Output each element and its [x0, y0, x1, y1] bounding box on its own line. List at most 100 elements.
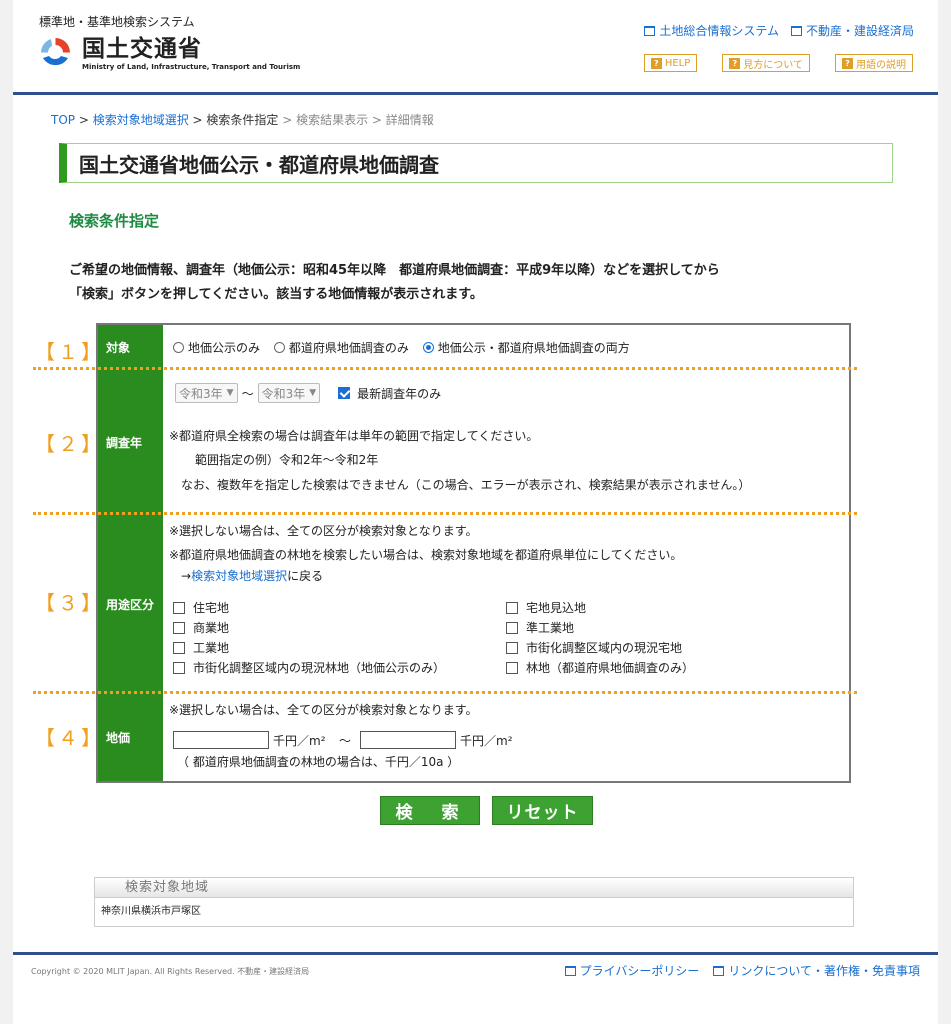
question-icon: ?	[729, 57, 741, 69]
use-label: 林地（都道府県地価調査のみ）	[526, 661, 695, 675]
section-use-label: 用途区分	[98, 515, 163, 693]
breadcrumb: TOP > 検索対象地域選択 > 検索条件指定 > 検索結果表示 > 詳細情報	[51, 111, 434, 128]
use-current-residential[interactable]: 市街化調整区域内の現況宅地	[506, 639, 682, 656]
dotted-separator	[33, 691, 857, 694]
section-use: 用途区分 ※選択しない場合は、全ての区分が検索対象となります。 ※都道府県地価調…	[98, 515, 849, 693]
use-back: →検索対象地域選択に戻る	[181, 567, 323, 584]
search-form: 対象 地価公示のみ 都道府県地価調査のみ 地価公示・都道府県地価調査の両方 調査…	[96, 323, 851, 783]
use-residential[interactable]: 住宅地	[173, 599, 229, 616]
radio-circle	[273, 342, 285, 353]
price-unit-to: 千円／m²	[460, 734, 513, 748]
use-forest-prefecture[interactable]: 林地（都道府県地価調査のみ）	[506, 659, 694, 676]
back-suffix: に戻る	[287, 569, 324, 583]
link-policy-link[interactable]: リンクについて・著作権・免責事項	[713, 962, 920, 979]
glossary-button[interactable]: ? 用語の説明	[835, 54, 913, 72]
use-label: 住宅地	[193, 601, 230, 615]
use-label: 市街化調整区域内の現況宅地	[526, 641, 683, 655]
footer-divider	[13, 952, 938, 955]
privacy-policy-link[interactable]: プライバシーポリシー	[564, 962, 699, 979]
window-icon	[644, 25, 656, 36]
checkbox[interactable]	[506, 621, 518, 634]
section-title: 検索条件指定	[69, 212, 160, 230]
use-forest-public[interactable]: 市街化調整区域内の現況林地（地価公示のみ）	[173, 659, 445, 676]
checkbox[interactable]	[173, 601, 185, 614]
section-year: 調査年 令和3年 ▼ ～ 令和3年 ▼ 最新調査年のみ ※都道府県全検索の場合は調査…	[98, 369, 849, 515]
year-range: 令和3年 ▼ ～ 令和3年 ▼ 最新調査年のみ	[175, 383, 441, 403]
how-to-read-button[interactable]: ? 見方について	[722, 54, 810, 72]
intro-line: ご希望の地価情報、調査年（地価公示：昭和45年以降 都道府県地価調査：平成9年以…	[69, 263, 720, 278]
radio-public-only[interactable]: 地価公示のみ	[173, 339, 260, 356]
how-to-read-label: 見方について	[743, 59, 803, 71]
use-semi-industrial[interactable]: 準工業地	[506, 619, 574, 636]
mlit-logo[interactable]: 国土交通省 Ministry of Land, Infrastructure, …	[39, 36, 300, 71]
search-button[interactable]: 検 索	[380, 796, 480, 825]
window-icon	[713, 965, 725, 976]
checkbox[interactable]	[506, 601, 518, 614]
help-button[interactable]: ? HELP	[643, 54, 698, 72]
year-to-value: 令和3年	[261, 386, 306, 401]
latest-only-label: 最新調査年のみ	[357, 386, 442, 401]
breadcrumb-top-link[interactable]: TOP	[51, 113, 75, 127]
year-to-select[interactable]: 令和3年 ▼	[257, 383, 321, 403]
header-links: 土地総合情報システム 不動産・建設経済局	[644, 22, 914, 39]
section-number-4: 【４】	[35, 726, 104, 750]
link-real-estate-bureau[interactable]: 不動産・建設経済局	[790, 22, 914, 39]
mlit-logo-icon	[39, 36, 72, 69]
section-target-body: 地価公示のみ 都道府県地価調査のみ 地価公示・都道府県地価調査の両方	[163, 325, 849, 369]
chevron-down-icon: ▼	[309, 388, 317, 398]
breadcrumb-sep: >	[188, 113, 207, 127]
intro-line: 「検索」ボタンを押してください。該当する地価情報が表示されます。	[69, 287, 483, 302]
checkbox[interactable]	[506, 641, 518, 654]
help-label: HELP	[664, 57, 691, 69]
radio-prefecture-only[interactable]: 都道府県地価調査のみ	[273, 339, 409, 356]
link-label: リンクについて・著作権・免責事項	[728, 964, 920, 978]
chevron-down-icon: ▼	[226, 388, 234, 398]
latest-only-checkbox[interactable]	[338, 387, 351, 399]
price-to-input[interactable]	[360, 731, 456, 749]
breadcrumb-current: 検索条件指定	[206, 113, 279, 127]
year-note-3: なお、複数年を指定した検索はできません（この場合、エラーが表示され、検索結果が表…	[181, 478, 751, 492]
reset-button[interactable]: リセット	[492, 796, 593, 825]
target-options: 地価公示のみ 都道府県地価調査のみ 地価公示・都道府県地価調査の両方	[173, 339, 640, 356]
year-from-select[interactable]: 令和3年 ▼	[175, 383, 238, 403]
use-label: 工業地	[193, 641, 230, 655]
price-note-1: ※選択しない場合は、全ての区分が検索対象となります。	[169, 703, 478, 717]
header: 標準地・基準地検索システム 国土交通省 Ministry of Land, In…	[13, 0, 938, 92]
section-price-body: ※選択しない場合は、全ての区分が検索対象となります。 千円／m² ～ 千円／m²…	[163, 693, 849, 781]
use-note-1: ※選択しない場合は、全ての区分が検索対象となります。	[169, 524, 478, 538]
link-label: 土地総合情報システム	[659, 24, 779, 38]
glossary-label: 用語の説明	[856, 59, 906, 71]
radio-label: 都道府県地価調査のみ	[288, 341, 409, 355]
checkbox[interactable]	[506, 661, 518, 674]
section-number-2: 【２】	[35, 432, 104, 456]
area-select-link[interactable]: 検索対象地域選択	[191, 569, 287, 583]
use-label: 商業地	[193, 621, 230, 635]
use-prospective-residential[interactable]: 宅地見込地	[506, 599, 586, 616]
radio-both[interactable]: 地価公示・都道府県地価調査の両方	[422, 339, 630, 356]
intro-text: ご希望の地価情報、調査年（地価公示：昭和45年以降 都道府県地価調査：平成9年以…	[69, 259, 720, 307]
use-note-2: ※都道府県地価調査の林地を検索したい場合は、検索対象地域を都道府県単位にしてくだ…	[169, 548, 683, 562]
link-label: 不動産・建設経済局	[805, 24, 914, 38]
link-land-info-system[interactable]: 土地総合情報システム	[644, 22, 779, 39]
window-icon	[564, 965, 576, 976]
question-icon: ?	[650, 57, 662, 69]
breadcrumb-rest: > 検索結果表示 > 詳細情報	[278, 113, 434, 127]
system-name: 標準地・基準地検索システム	[39, 15, 195, 29]
dotted-separator	[33, 367, 857, 370]
window-icon	[790, 25, 802, 36]
section-use-body: ※選択しない場合は、全ての区分が検索対象となります。 ※都道府県地価調査の林地を…	[163, 515, 849, 693]
breadcrumb-sep: >	[75, 113, 93, 127]
use-commercial[interactable]: 商業地	[173, 619, 229, 636]
logo-jp-text: 国土交通省	[82, 36, 202, 62]
checkbox[interactable]	[173, 641, 185, 654]
radio-label: 地価公示・都道府県地価調査の両方	[437, 341, 630, 355]
checkbox[interactable]	[173, 621, 185, 634]
breadcrumb-area-select-link[interactable]: 検索対象地域選択	[93, 113, 189, 127]
price-from-input[interactable]	[173, 731, 269, 749]
use-label: 準工業地	[526, 621, 575, 635]
radio-circle	[173, 342, 184, 353]
checkbox[interactable]	[173, 661, 185, 674]
price-note-2: （ 都道府県地価調査の林地の場合は、千円／10a ）	[177, 755, 460, 769]
use-industrial[interactable]: 工業地	[173, 639, 229, 656]
section-price: 地価 ※選択しない場合は、全ての区分が検索対象となります。 千円／m² ～ 千円…	[98, 693, 849, 781]
